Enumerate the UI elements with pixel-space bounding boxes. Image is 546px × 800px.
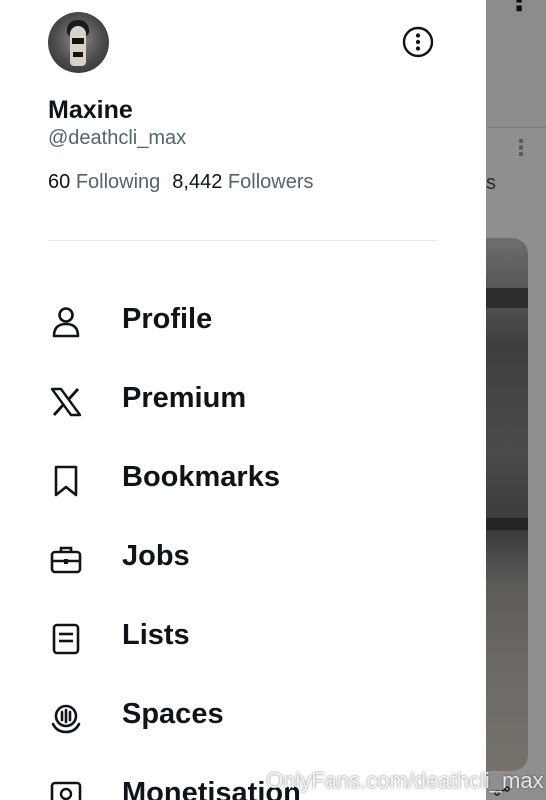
menu-item-profile[interactable]: Profile: [0, 287, 486, 357]
feed-header: [486, 0, 546, 127]
menu-item-jobs[interactable]: Jobs: [0, 524, 486, 594]
spaces-icon: [51, 704, 81, 734]
menu-label-bookmarks: Bookmarks: [122, 461, 280, 493]
menu-label-premium: Premium: [122, 382, 247, 414]
avatar[interactable]: [48, 12, 109, 73]
following-label: Following: [75, 171, 161, 193]
app-screen: ⋮ ⋮ s Maxine @deathcli_max: [0, 0, 546, 800]
menu-item-spaces[interactable]: Spaces: [0, 682, 486, 752]
menu-label-jobs: Jobs: [122, 540, 190, 572]
feed-post-image: [486, 238, 528, 771]
briefcase-icon: [50, 546, 82, 574]
followers-label: Followers: [227, 171, 314, 193]
profile-display-name[interactable]: Maxine: [48, 96, 133, 125]
x-logo-icon: [50, 387, 82, 417]
feed-more-icon: ⋮: [504, 0, 534, 26]
feed-partial-text: s: [486, 172, 496, 194]
feed-header-divider: [486, 127, 546, 128]
background-feed-overlay[interactable]: ⋮ ⋮ s: [486, 0, 546, 800]
menu-item-premium[interactable]: Premium: [0, 366, 486, 436]
navigation-drawer: Maxine @deathcli_max 60 Following 8,442 F…: [0, 0, 486, 800]
following-count: 60: [48, 171, 71, 193]
follow-stats: 60 Following 8,442 Followers: [48, 171, 314, 194]
list-icon: [52, 623, 80, 655]
menu-item-bookmarks[interactable]: Bookmarks: [0, 445, 486, 515]
menu-label-profile: Profile: [122, 303, 213, 335]
followers-link[interactable]: 8,442 Followers: [172, 171, 313, 193]
menu-label-lists: Lists: [122, 619, 190, 651]
monetisation-icon: [50, 781, 82, 800]
watermark-text: OnlyFans.com/deathcli_max: [266, 768, 544, 793]
divider: [48, 240, 437, 241]
account-options-button[interactable]: [402, 26, 434, 58]
followers-count: 8,442: [172, 171, 223, 193]
bookmark-icon: [54, 465, 78, 497]
menu-label-spaces: Spaces: [122, 698, 224, 730]
more-options-icon: [402, 26, 434, 58]
menu-item-lists[interactable]: Lists: [0, 603, 486, 673]
following-link[interactable]: 60 Following: [48, 171, 160, 193]
person-icon: [52, 307, 80, 338]
profile-handle[interactable]: @deathcli_max: [48, 127, 186, 150]
post-more-icon: ⋮: [510, 135, 532, 160]
